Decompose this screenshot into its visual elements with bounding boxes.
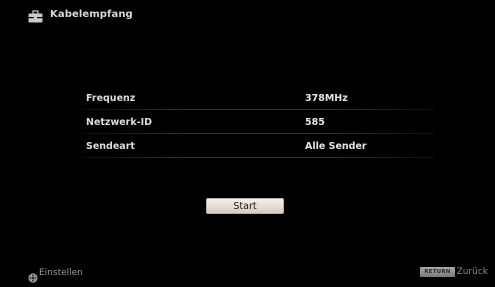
toolbox-icon <box>28 8 43 22</box>
tv-menu-screen: Kabelempfang Frequenz 378MHz Netzwerk-ID… <box>0 0 495 284</box>
return-key-badge: RETURN <box>420 266 455 277</box>
setting-row-network-id[interactable]: Netzwerk-ID 585 <box>74 110 434 134</box>
settings-list: Frequenz 378MHz Netzwerk-ID 585 Sendeart… <box>74 86 434 158</box>
dpad-icon <box>28 268 38 283</box>
setting-label: Sendeart <box>86 140 135 152</box>
setting-row-frequency[interactable]: Frequenz 378MHz <box>74 86 434 110</box>
footer-hint-back: RETURN Zurück <box>420 265 488 278</box>
setting-value: 378MHz <box>305 92 348 104</box>
menu-header: Kabelempfang <box>28 6 133 22</box>
page-title: Kabelempfang <box>50 8 133 20</box>
footer-adjust-label: Einstellen <box>39 267 83 278</box>
setting-value: 585 <box>305 116 325 128</box>
setting-value: Alle Sender <box>305 140 367 152</box>
start-button[interactable]: Start <box>206 198 284 214</box>
setting-label: Netzwerk-ID <box>86 116 153 128</box>
footer-hint-adjust: Einstellen <box>28 266 83 283</box>
setting-label: Frequenz <box>86 92 136 104</box>
setting-row-broadcast-type[interactable]: Sendeart Alle Sender <box>74 134 434 158</box>
footer-back-label: Zurück <box>456 266 488 277</box>
